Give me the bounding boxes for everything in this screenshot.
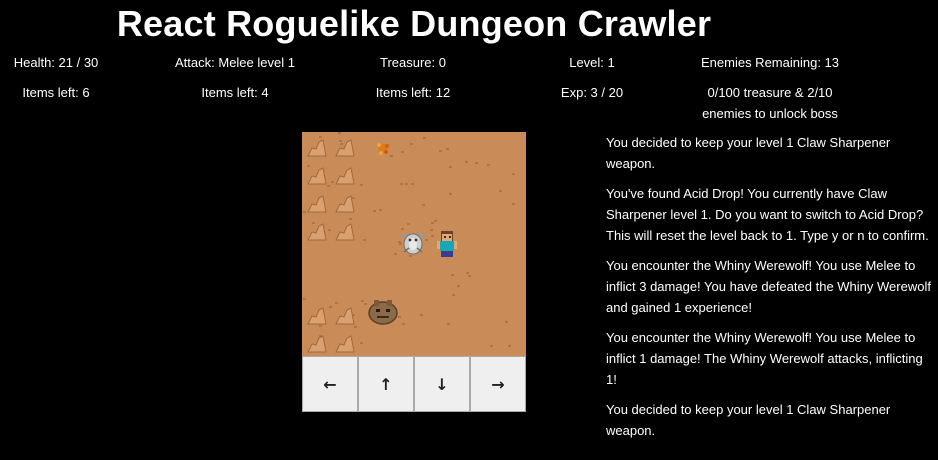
dirt-speck <box>468 275 471 277</box>
dirt-speck <box>328 229 331 231</box>
move-right-button[interactable]: → <box>470 356 526 412</box>
dirt-speck <box>449 193 452 195</box>
dirt-speck <box>447 323 450 325</box>
dungeon-map <box>302 132 526 356</box>
dirt-speck <box>487 164 490 166</box>
health-stat: Health: 21 / 30 <box>13 55 99 70</box>
boss-unlock-line2: enemies to unlock boss <box>702 106 838 121</box>
dirt-speck <box>505 321 508 323</box>
dirt-speck <box>329 306 332 308</box>
items-left-treasure: Items left: 12 <box>375 85 451 100</box>
dirt-speck <box>394 253 397 255</box>
log-message: You decided to keep your level 1 Claw Sh… <box>606 135 891 171</box>
player-icon <box>437 231 457 257</box>
dirt-speck <box>303 298 306 300</box>
wall-tile-icon <box>335 167 355 185</box>
dirt-speck <box>512 173 515 175</box>
dirt-speck <box>451 274 454 276</box>
dirt-speck <box>402 323 405 325</box>
dirt-speck <box>400 183 403 185</box>
dirt-speck <box>410 143 413 145</box>
exp-stat: Exp: 3 / 20 <box>560 85 624 100</box>
wall-tile-icon <box>335 335 355 353</box>
dirt-speck <box>452 294 455 296</box>
dirt-speck <box>466 272 469 274</box>
wall-tile-icon <box>335 139 355 157</box>
dirt-speck <box>512 203 515 205</box>
log-message: You've found Acid Drop! You currently ha… <box>606 186 929 243</box>
message-log: You decided to keep your level 1 Claw Sh… <box>606 132 936 450</box>
wall-tile-icon <box>307 139 327 157</box>
dirt-speck <box>490 345 493 347</box>
dirt-speck <box>405 183 408 185</box>
items-left-weapon: Items left: 4 <box>201 85 269 100</box>
movement-controls: ← ↑ ↓ → <box>302 356 526 412</box>
treasure-icon <box>377 143 389 155</box>
move-down-button[interactable]: ↓ <box>414 356 470 412</box>
wall-tile-icon <box>307 195 327 213</box>
wall-tile-icon <box>307 223 327 241</box>
dirt-speck <box>446 148 449 150</box>
dirt-speck <box>499 190 502 192</box>
dirt-speck <box>449 166 452 168</box>
treasure-stat: Treasure: 0 <box>380 55 446 70</box>
dirt-speck <box>434 220 437 222</box>
wall-tile-icon <box>335 307 355 325</box>
dirt-speck <box>361 300 364 302</box>
dirt-speck <box>373 210 376 212</box>
dirt-speck <box>439 150 442 152</box>
dirt-speck <box>431 222 434 224</box>
log-message: You decided to keep your level 1 Claw Sh… <box>606 402 891 438</box>
dirt-speck <box>465 161 468 163</box>
wall-tile-icon <box>335 195 355 213</box>
dirt-speck <box>360 184 363 186</box>
dirt-speck <box>420 314 423 316</box>
dirt-speck <box>338 132 341 134</box>
wall-tile-icon <box>335 223 355 241</box>
level-stat: Level: 1 <box>569 55 615 70</box>
wall-tile-icon <box>307 167 327 185</box>
dirt-speck <box>363 239 366 241</box>
dirt-speck <box>430 229 433 231</box>
attack-stat: Attack: Melee level 1 <box>175 55 295 70</box>
enemies-remaining-stat: Enemies Remaining: 13 <box>700 55 840 70</box>
gargoyle-enemy-icon <box>401 232 425 255</box>
move-left-button[interactable]: ← <box>302 356 358 412</box>
dirt-speck <box>423 137 426 139</box>
log-message: You encounter the Whiny Werewolf! You us… <box>606 330 923 387</box>
items-left-health: Items left: 6 <box>22 85 90 100</box>
dirt-speck <box>508 345 511 347</box>
boss-unlock-status: 0/100 treasure & 2/10 enemies to unlock … <box>680 82 860 124</box>
wall-tile-icon <box>307 307 327 325</box>
dirt-speck <box>475 162 478 164</box>
dirt-speck <box>457 285 460 287</box>
page-title: React Roguelike Dungeon Crawler <box>116 3 712 44</box>
dirt-speck <box>422 204 425 206</box>
dirt-speck <box>360 342 363 344</box>
rock-creature-icon <box>368 300 398 325</box>
wall-tile-icon <box>307 335 327 353</box>
dirt-speck <box>411 183 414 185</box>
move-up-button[interactable]: ↑ <box>358 356 414 412</box>
log-message: You encounter the Whiny Werewolf! You us… <box>606 258 931 315</box>
dirt-speck <box>401 151 404 153</box>
boss-unlock-line1: 0/100 treasure & 2/10 <box>707 85 833 100</box>
dirt-speck <box>407 223 410 225</box>
dirt-speck <box>354 326 357 328</box>
dirt-speck <box>379 209 382 211</box>
